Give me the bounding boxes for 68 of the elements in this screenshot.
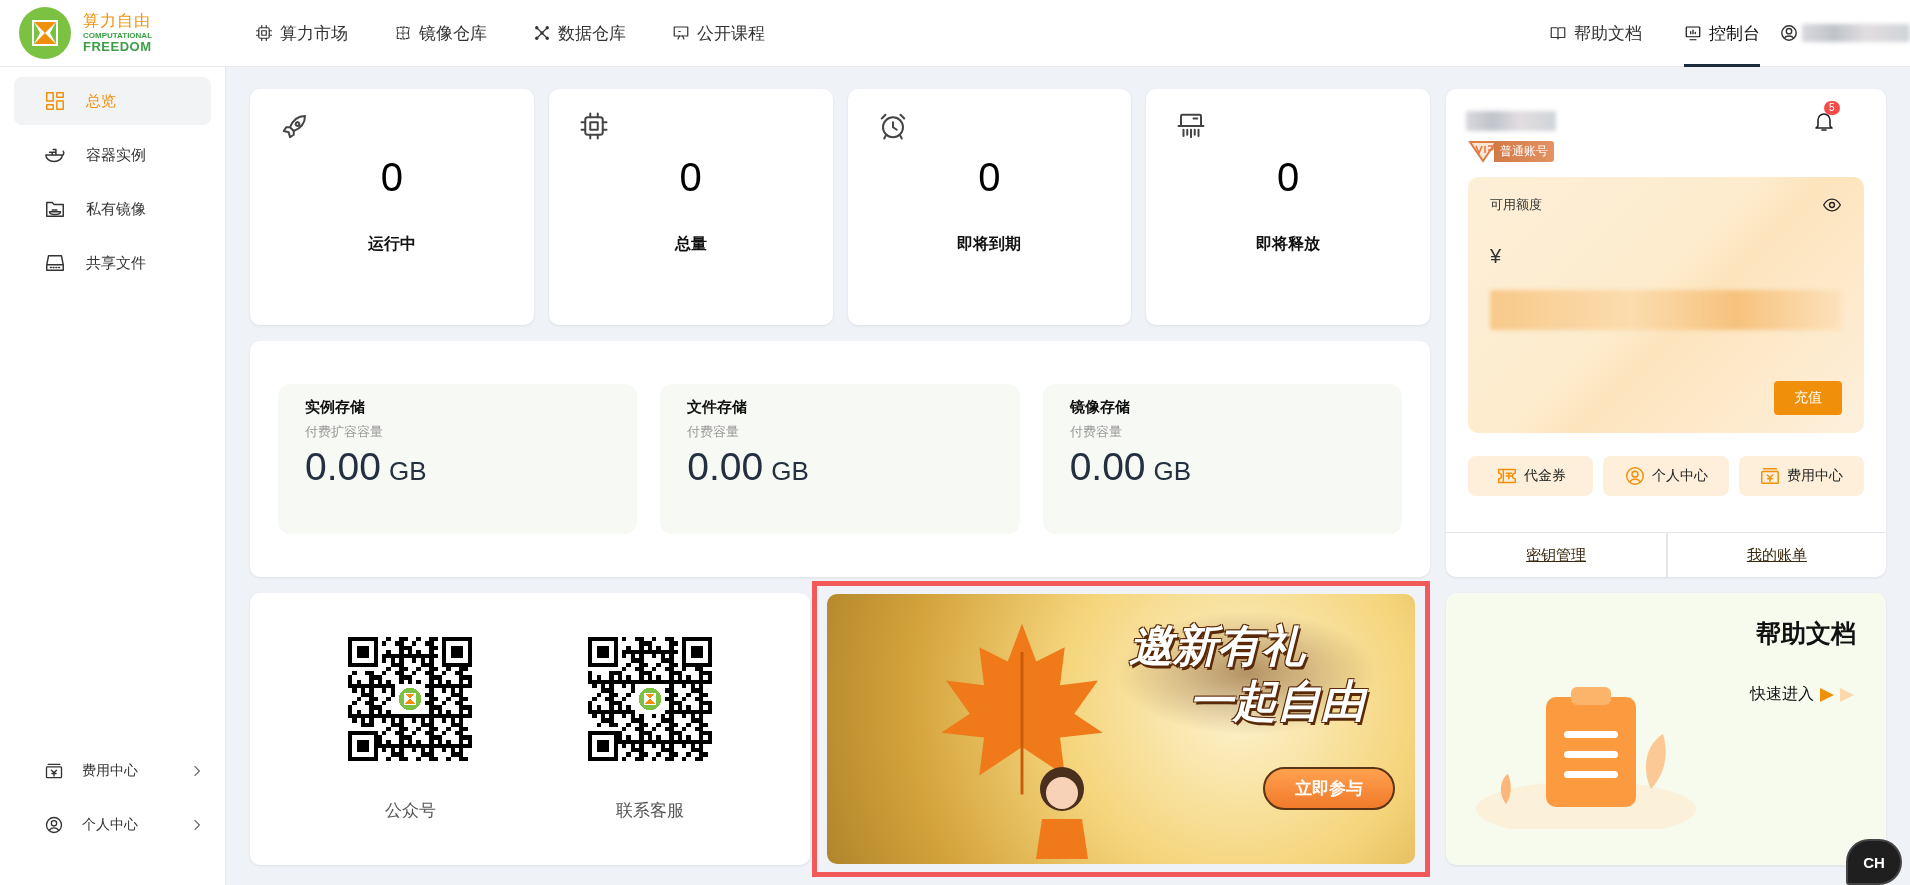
sidebar-item[interactable]: 容器实例 [14, 131, 211, 179]
storage-value: 0.00 [305, 445, 381, 489]
storage-subtitle: 付费容量 [1069, 423, 1123, 441]
drive-icon [44, 252, 66, 274]
shortcut-button[interactable]: 个人中心 [1603, 456, 1729, 496]
qr-caption: 公众号 [384, 799, 436, 822]
stat-label: 即将释放 [1256, 234, 1321, 254]
storage-unit: GB [388, 456, 427, 487]
mesh-icon [394, 24, 412, 42]
storage-value: 0.00 [1069, 445, 1146, 489]
shredder-icon [1176, 111, 1207, 141]
chevron-icon [193, 819, 201, 831]
balance-label: 可用额度 [1490, 196, 1542, 214]
logo-subtitle: COMPUTATIONAL [83, 32, 153, 40]
monitor-icon [1684, 24, 1702, 42]
logo-name: 算力自由 [83, 13, 152, 29]
stat-label: 即将到期 [957, 234, 1022, 254]
help-title: 帮助文档 [1756, 618, 1856, 649]
currency-symbol: ¥ [1490, 245, 1503, 268]
logo-wordmark: FREEDOM [83, 40, 153, 53]
chip-icon [255, 24, 273, 42]
book-icon [1549, 24, 1567, 42]
stat-value: 0 [679, 155, 702, 200]
presentation-icon [672, 24, 690, 42]
stat-value: 0 [978, 155, 1001, 200]
account-link[interactable]: 密钥管理 [1526, 545, 1586, 565]
wallet-icon [1759, 465, 1782, 487]
arrow-icon [1820, 686, 1856, 703]
storage-unit: GB [1153, 456, 1192, 487]
chip-icon [578, 111, 609, 141]
chevron-icon [193, 765, 201, 777]
stat-label: 运行中 [367, 234, 416, 254]
account-link[interactable]: 我的账单 [1747, 545, 1807, 565]
nodes-icon [533, 24, 551, 42]
chat-widget[interactable]: CH [1846, 839, 1902, 885]
stat-value: 0 [380, 155, 403, 200]
storage-subtitle: 付费扩容容量 [305, 423, 384, 441]
notification-badge: 5 [1824, 101, 1840, 115]
sidebar-item[interactable]: 共享文件 [14, 239, 211, 287]
nav-link[interactable]: 镜像仓库 [394, 0, 487, 67]
sidebar-item[interactable]: 个人中心 [14, 801, 211, 849]
nav-link[interactable]: 数据仓库 [533, 0, 626, 67]
stat-label: 总量 [674, 234, 707, 254]
stat-value: 0 [1277, 155, 1300, 200]
account-tier: 普通账号 [1494, 140, 1554, 162]
user-icon[interactable] [1780, 24, 1798, 42]
user-icon [44, 815, 64, 835]
qr-caption: 联系客服 [616, 799, 684, 822]
storage-title: 镜像存储 [1069, 398, 1131, 417]
sidebar-item[interactable]: 私有镜像 [14, 185, 211, 233]
banner-headline: 邀新有礼 [1129, 620, 1305, 672]
nav-tab[interactable]: 帮助文档 [1549, 0, 1642, 67]
storage-title: 实例存储 [305, 398, 366, 417]
sidebar-item[interactable]: 费用中心 [14, 747, 211, 795]
wallet-icon [44, 761, 64, 781]
dashboard-icon [44, 90, 66, 112]
shortcut-button[interactable]: 费用中心 [1738, 456, 1864, 496]
nav-tab[interactable]: 控制台 [1684, 0, 1760, 67]
user-icon [1624, 465, 1646, 487]
logo-icon [19, 7, 71, 59]
quick-entry-link[interactable]: 快速进入 [1750, 684, 1814, 705]
nav-link[interactable]: 算力市场 [255, 0, 348, 67]
storage-unit: GB [771, 456, 809, 487]
storage-subtitle: 付费容量 [687, 423, 741, 441]
storage-value: 0.00 [687, 445, 764, 489]
storage-title: 文件存储 [687, 398, 749, 417]
nav-link[interactable]: 公开课程 [672, 0, 765, 67]
shortcut-button[interactable]: 代金券 [1468, 456, 1594, 496]
